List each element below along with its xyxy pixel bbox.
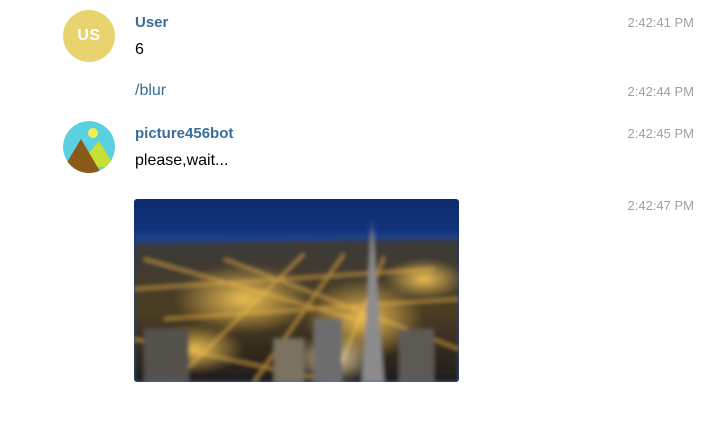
user-avatar[interactable]: US	[63, 10, 115, 62]
message-text: please,wait...	[135, 152, 229, 169]
chat-history: US User 6 2:42:41 PM /blur 2:42:44 PM pi…	[0, 0, 726, 439]
bot-avatar[interactable]	[63, 121, 115, 173]
blurred-city-night-photo	[134, 199, 459, 382]
sender-name-user[interactable]: User	[135, 14, 168, 31]
message-time: 2:42:44 PM	[627, 84, 695, 99]
message-time: 2:42:45 PM	[627, 126, 695, 141]
message-time: 2:42:47 PM	[627, 198, 695, 213]
avatar-initials: US	[77, 27, 101, 44]
mountain-sun-icon	[63, 121, 115, 173]
bot-command-link[interactable]: /blur	[135, 82, 166, 100]
message-time: 2:42:41 PM	[627, 15, 695, 30]
sender-name-bot[interactable]: picture456bot	[135, 125, 233, 142]
message-text: 6	[135, 41, 144, 58]
message-photo[interactable]	[134, 199, 459, 382]
